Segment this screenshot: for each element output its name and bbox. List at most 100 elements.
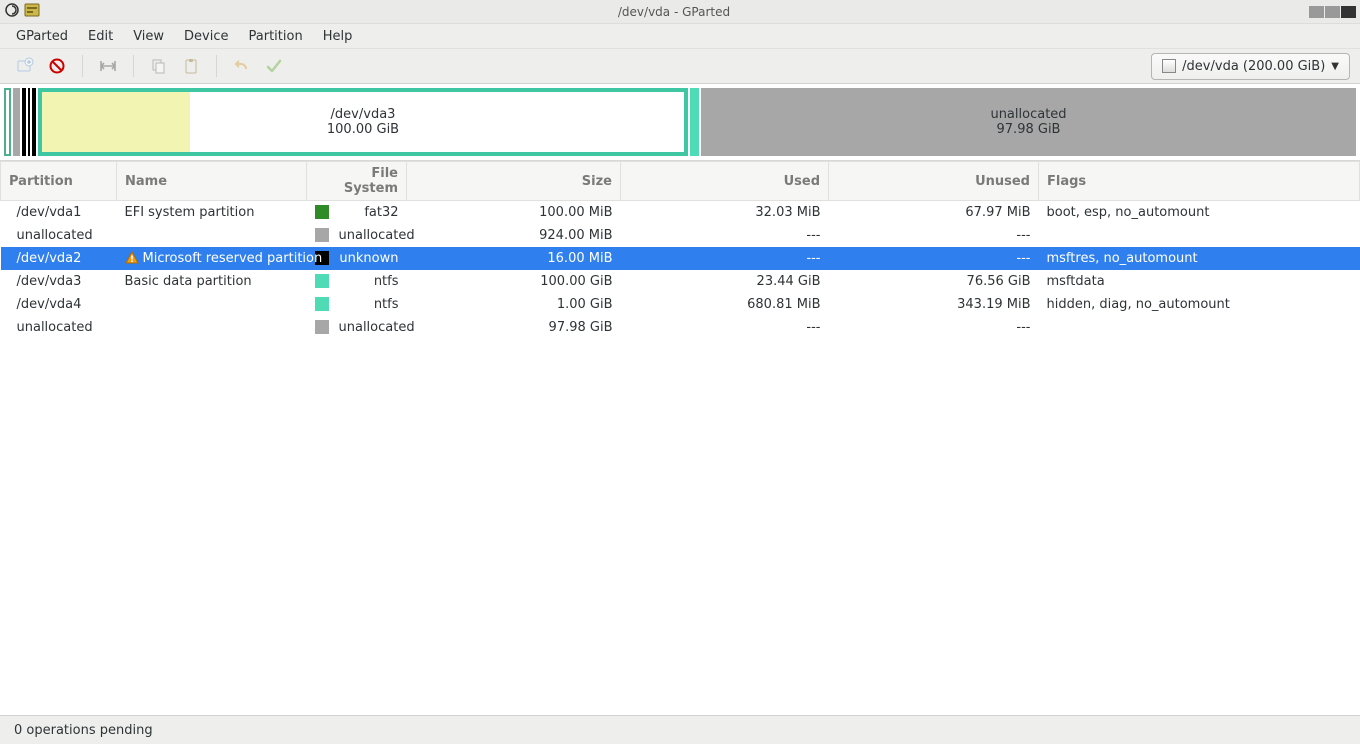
toolbar: /dev/vda (200.00 GiB) ▼ — [0, 49, 1360, 84]
close-icon[interactable] — [1341, 6, 1356, 18]
cell-unused: 76.56 GiB — [829, 270, 1039, 293]
cell-used: --- — [621, 247, 829, 270]
menu-help[interactable]: Help — [313, 26, 363, 47]
paste-button[interactable] — [176, 52, 206, 80]
hard-disk-icon — [1162, 59, 1176, 73]
device-selector-label: /dev/vda (200.00 GiB) — [1182, 59, 1325, 74]
col-filesystem[interactable]: File System — [307, 162, 407, 201]
resize-move-button[interactable] — [93, 52, 123, 80]
cell-unused: 343.19 MiB — [829, 293, 1039, 316]
maximize-icon[interactable] — [1325, 6, 1340, 18]
device-selector[interactable]: /dev/vda (200.00 GiB) ▼ — [1151, 53, 1350, 80]
cell-used: 32.03 MiB — [621, 201, 829, 224]
cell-flags — [1039, 316, 1360, 339]
graph-vda3-label: /dev/vda3 — [327, 107, 399, 122]
fs-swatch-icon — [315, 205, 329, 219]
cell-used: --- — [621, 316, 829, 339]
cell-used: 23.44 GiB — [621, 270, 829, 293]
cell-filesystem: fat32 — [307, 201, 407, 224]
cell-unused: 67.97 MiB — [829, 201, 1039, 224]
menu-partition[interactable]: Partition — [239, 26, 313, 47]
table-row[interactable]: /dev/vda3Basic data partitionntfs100.00 … — [1, 270, 1360, 293]
cell-name: EFI system partition — [117, 201, 307, 224]
graph-seg-vda4[interactable] — [690, 88, 699, 156]
table-row[interactable]: unallocatedunallocated924.00 MiB------ — [1, 224, 1360, 247]
fs-swatch-icon — [315, 320, 329, 334]
cell-flags: msftdata — [1039, 270, 1360, 293]
col-flags[interactable]: Flags — [1039, 162, 1360, 201]
chevron-down-icon: ▼ — [1331, 61, 1339, 72]
graph-unalloc-size: 97.98 GiB — [997, 122, 1061, 137]
cell-filesystem: ntfs — [307, 293, 407, 316]
cell-partition: unallocated — [1, 224, 117, 247]
fs-swatch-icon — [315, 228, 329, 242]
fs-swatch-icon — [315, 297, 329, 311]
cell-name: Microsoft reserved partition — [117, 247, 307, 270]
menubar: GParted Edit View Device Partition Help — [0, 24, 1360, 49]
cell-name — [117, 293, 307, 316]
warning-icon — [125, 251, 139, 265]
graph-seg-vda2[interactable] — [22, 88, 36, 156]
statusbar: 0 operations pending — [0, 715, 1360, 744]
col-name[interactable]: Name — [117, 162, 307, 201]
cell-size: 100.00 MiB — [407, 201, 621, 224]
table-row[interactable]: /dev/vda1EFI system partitionfat32100.00… — [1, 201, 1360, 224]
col-size[interactable]: Size — [407, 162, 621, 201]
cell-flags: boot, esp, no_automount — [1039, 201, 1360, 224]
cell-partition: /dev/vda3 — [1, 270, 117, 293]
menu-view[interactable]: View — [123, 26, 174, 47]
cell-filesystem: unallocated — [307, 316, 407, 339]
cell-flags: msftres, no_automount — [1039, 247, 1360, 270]
col-partition[interactable]: Partition — [1, 162, 117, 201]
fs-swatch-icon — [315, 274, 329, 288]
menu-device[interactable]: Device — [174, 26, 238, 47]
window-controls — [1308, 6, 1356, 18]
cell-size: 100.00 GiB — [407, 270, 621, 293]
graph-seg-vda1[interactable] — [4, 88, 11, 156]
cell-flags: hidden, diag, no_automount — [1039, 293, 1360, 316]
graph-seg-unalloc-2[interactable]: unallocated 97.98 GiB — [701, 88, 1356, 156]
cell-unused: --- — [829, 224, 1039, 247]
cell-size: 16.00 MiB — [407, 247, 621, 270]
partition-table: Partition Name File System Size Used Unu… — [0, 160, 1360, 715]
app-icon[interactable] — [24, 2, 40, 22]
cell-size: 924.00 MiB — [407, 224, 621, 247]
new-partition-button[interactable] — [10, 52, 40, 80]
cell-unused: --- — [829, 247, 1039, 270]
table-row[interactable]: unallocatedunallocated97.98 GiB------ — [1, 316, 1360, 339]
menu-gparted[interactable]: GParted — [6, 26, 78, 47]
cell-partition: /dev/vda1 — [1, 201, 117, 224]
cell-used: --- — [621, 224, 829, 247]
cell-partition: /dev/vda4 — [1, 293, 117, 316]
copy-button[interactable] — [144, 52, 174, 80]
col-unused[interactable]: Unused — [829, 162, 1039, 201]
graph-vda3-size: 100.00 GiB — [327, 122, 399, 137]
cell-partition: /dev/vda2 — [1, 247, 117, 270]
menu-edit[interactable]: Edit — [78, 26, 123, 47]
disk-graph: /dev/vda3 100.00 GiB unallocated 97.98 G… — [0, 84, 1360, 160]
table-row[interactable]: /dev/vda2Microsoft reserved partitionunk… — [1, 247, 1360, 270]
cell-size: 97.98 GiB — [407, 316, 621, 339]
apply-button[interactable] — [259, 52, 289, 80]
cell-name: Basic data partition — [117, 270, 307, 293]
col-used[interactable]: Used — [621, 162, 829, 201]
graph-unalloc-label: unallocated — [990, 107, 1066, 122]
cell-unused: --- — [829, 316, 1039, 339]
cell-partition: unallocated — [1, 316, 117, 339]
undo-button[interactable] — [227, 52, 257, 80]
delete-partition-button[interactable] — [42, 52, 72, 80]
table-row[interactable]: /dev/vda4ntfs1.00 GiB680.81 MiB343.19 Mi… — [1, 293, 1360, 316]
cell-flags — [1039, 224, 1360, 247]
debian-swirl-icon[interactable] — [4, 2, 20, 22]
window-title: /dev/vda - GParted — [40, 5, 1308, 19]
cell-filesystem: unallocated — [307, 224, 407, 247]
cell-name — [117, 316, 307, 339]
minimize-icon[interactable] — [1309, 6, 1324, 18]
cell-name — [117, 224, 307, 247]
status-text: 0 operations pending — [14, 723, 153, 738]
titlebar: /dev/vda - GParted — [0, 0, 1360, 24]
cell-used: 680.81 MiB — [621, 293, 829, 316]
graph-seg-unalloc-1[interactable] — [13, 88, 20, 156]
cell-filesystem: ntfs — [307, 270, 407, 293]
graph-seg-vda3[interactable]: /dev/vda3 100.00 GiB — [38, 88, 688, 156]
